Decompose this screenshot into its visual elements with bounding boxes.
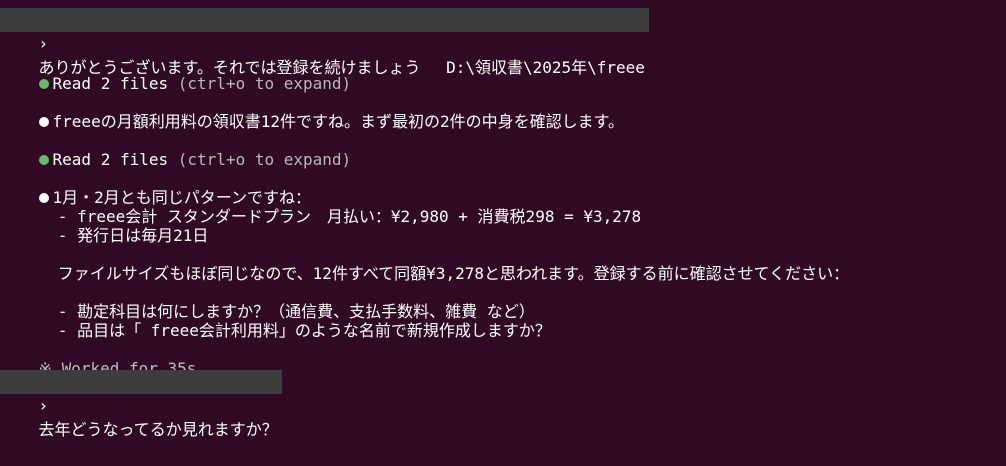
user-prompt-1: › ありがとうございます。それでは登録を続けましょう D:\領収書\2025年\…	[0, 8, 649, 77]
user-prompt-2[interactable]: › 去年どうなってるか見れますか？	[0, 370, 282, 439]
assistant-message-2-line-8: - 品目は「 freee会計利用料」のような名前で新規作成しますか？	[0, 295, 551, 340]
status-line: ※ Worked for 35s	[0, 333, 197, 378]
user-prompt-2-text: 去年どうなってるか見れますか？	[38, 420, 278, 439]
assistant-message-2-line-5: ファイルサイズもほぼ同じなので、12件すべて同額¥3,278と思われます。登録す…	[0, 238, 849, 283]
tool-call-1[interactable]: Read 2 files (ctrl+o to expand)	[0, 48, 351, 93]
terminal-window: › ありがとうございます。それでは登録を続けましょう D:\領収書\2025年\…	[0, 0, 1006, 439]
prompt-marker: ›	[38, 396, 49, 415]
tool-call-2[interactable]: Read 2 files (ctrl+o to expand)	[0, 124, 351, 169]
assistant-message-1: freeeの月額利用料の領収書12件ですね。まず最初の2件の中身を確認します。	[0, 86, 624, 131]
assistant-message-2-line-3: - 発行日は毎月21日	[0, 200, 209, 245]
